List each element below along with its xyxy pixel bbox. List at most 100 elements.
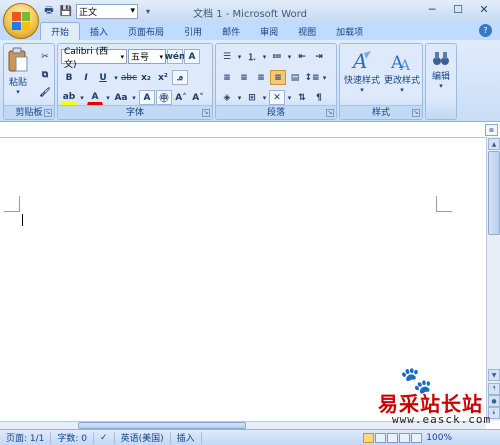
justify-icon[interactable]: ≡ [270,70,286,85]
chevron-down-icon[interactable]: ▾ [236,49,243,64]
decrease-indent-icon[interactable]: ⇤ [294,49,310,64]
chevron-down-icon[interactable]: ▾ [261,90,268,105]
shrink-font-icon[interactable]: A˅ [190,90,206,105]
grow-font-icon[interactable]: A˄ [173,90,189,105]
dialog-launcher-icon[interactable]: ↘ [326,109,334,117]
tab-page-layout[interactable]: 页面布局 [118,22,174,40]
proofing-icon[interactable]: ✓ [94,431,115,444]
status-mode[interactable]: 插入 [171,431,202,444]
status-zoom[interactable]: 100% [426,433,500,443]
bold-icon[interactable]: B [61,70,77,85]
change-styles-button[interactable]: A A 更改样式 ▾ [382,49,422,94]
underline-icon[interactable]: U [95,70,111,85]
office-button[interactable] [3,3,39,39]
word-window: 🖶 💾 正文 ▾ ▾ 文档 1 - Microsoft Word ─ ☐ ✕ 开… [0,0,500,445]
tab-insert[interactable]: 插入 [80,22,118,40]
align-center-icon[interactable]: ≡ [236,70,252,85]
quick-styles-button[interactable]: A 快速样式 ▾ [343,49,381,94]
strikethrough-icon[interactable]: abc [121,70,137,85]
paste-button[interactable]: 粘贴 ▾ [7,47,29,96]
font-size-combo[interactable]: 五号 ▾ [128,49,166,64]
chinese-layout-icon[interactable]: ✕ [269,90,285,105]
tab-mailings[interactable]: 邮件 [212,22,250,40]
status-language[interactable]: 英语(美国) [115,431,171,444]
chevron-down-icon[interactable]: ▾ [112,70,120,85]
show-marks-icon[interactable]: ¶ [311,90,327,105]
font-name-combo[interactable]: Calibri (西文) ▾ [61,47,127,70]
cut-icon[interactable]: ✂ [37,49,53,64]
format-painter-icon[interactable]: 🖌 [37,85,53,100]
dialog-launcher-icon[interactable]: ↘ [44,109,52,117]
previous-page-icon[interactable]: ⯭ [488,383,500,395]
line-spacing-icon[interactable]: ↕≡ [304,70,320,85]
distributed-icon[interactable]: ▤ [287,70,303,85]
dialog-launcher-icon[interactable]: ↘ [202,109,210,117]
status-words[interactable]: 字数: 0 [51,431,95,444]
draft-view-icon[interactable] [411,432,423,443]
phonetic-guide-icon[interactable]: wén [165,49,185,64]
help-icon[interactable]: ? [479,24,492,37]
vertical-scrollbar[interactable]: ▲ ▼ ⯭ ● ⯯ [486,137,500,421]
chevron-down-icon[interactable]: ▾ [286,90,293,105]
shading-icon[interactable]: ◈ [219,90,235,105]
tab-references[interactable]: 引用 [174,22,212,40]
chevron-down-icon[interactable]: ▾ [321,70,328,85]
chevron-down-icon: ▾ [159,52,163,61]
chevron-down-icon: ▾ [439,82,443,90]
browse-object-icon[interactable]: ● [488,395,500,407]
close-button[interactable]: ✕ [471,1,497,18]
tab-view[interactable]: 视图 [288,22,326,40]
borders-icon[interactable]: ⊞ [244,90,260,105]
change-case-icon[interactable]: Aa [113,90,129,105]
chevron-down-icon[interactable]: ▾ [236,90,243,105]
group-font: Calibri (西文) ▾ 五号 ▾ wén A B I U ▾ abc x₂… [57,43,213,120]
dialog-launcher-icon[interactable]: ↘ [412,109,420,117]
chevron-down-icon[interactable]: ▾ [104,90,112,105]
clear-format-icon[interactable]: ꭿ [172,70,188,85]
copy-icon[interactable]: ⧉ [37,67,53,82]
minimize-button[interactable]: ─ [419,1,445,18]
increase-indent-icon[interactable]: ⇥ [311,49,327,64]
scroll-up-icon[interactable]: ▲ [488,138,500,150]
tab-add-ins[interactable]: 加载项 [326,22,373,40]
chevron-down-icon: ▾ [360,86,364,94]
numbering-icon[interactable]: ⒈ [244,49,260,64]
group-label-styles: 样式 [340,105,422,119]
group-editing: 编辑 ▾ [425,43,457,120]
chevron-down-icon[interactable]: ▾ [130,90,138,105]
view-ruler-icon[interactable]: ⧈ [485,124,498,136]
italic-icon[interactable]: I [78,70,94,85]
chevron-down-icon[interactable]: ▾ [261,49,268,64]
tab-review[interactable]: 审阅 [250,22,288,40]
font-name-value: Calibri (西文) [64,46,109,70]
align-left-icon[interactable]: ≡ [219,70,235,85]
web-layout-view-icon[interactable] [387,432,399,443]
multilevel-list-icon[interactable]: ≔ [269,49,285,64]
char-border-icon[interactable]: A [184,49,200,64]
status-page[interactable]: 页面: 1/1 [0,431,52,444]
superscript-icon[interactable]: x² [155,70,171,85]
enclose-char-icon[interactable]: ㊥ [156,90,172,105]
bullets-icon[interactable]: ☰ [219,49,235,64]
scroll-down-icon[interactable]: ▼ [488,369,500,381]
vertical-scroll-thumb[interactable] [488,151,500,235]
ribbon: 粘贴 ▾ ✂ ⧉ 🖌 剪贴板 ↘ Calibri (西文) ▾ 五号 ▾ wén… [0,40,500,122]
quick-styles-label: 快速样式 [343,76,380,86]
sort-icon[interactable]: ⇅ [294,90,310,105]
chevron-down-icon[interactable]: ▾ [78,90,86,105]
change-styles-icon: A A [390,53,411,73]
highlight-icon[interactable]: ab [61,90,77,105]
tab-home[interactable]: 开始 [40,22,81,40]
font-color-icon[interactable]: A [87,90,103,105]
horizontal-scroll-thumb[interactable] [78,422,246,429]
align-right-icon[interactable]: ≡ [253,70,269,85]
subscript-icon[interactable]: x₂ [138,70,154,85]
editing-button[interactable]: 编辑 ▾ [428,49,454,90]
print-layout-view-icon[interactable] [363,432,375,443]
chevron-down-icon[interactable]: ▾ [286,49,293,64]
maximize-button[interactable]: ☐ [445,1,471,18]
margin-mark-top-left [4,196,20,212]
char-shading-icon[interactable]: A [139,90,155,105]
outline-view-icon[interactable] [399,432,411,443]
full-screen-view-icon[interactable] [375,432,387,443]
